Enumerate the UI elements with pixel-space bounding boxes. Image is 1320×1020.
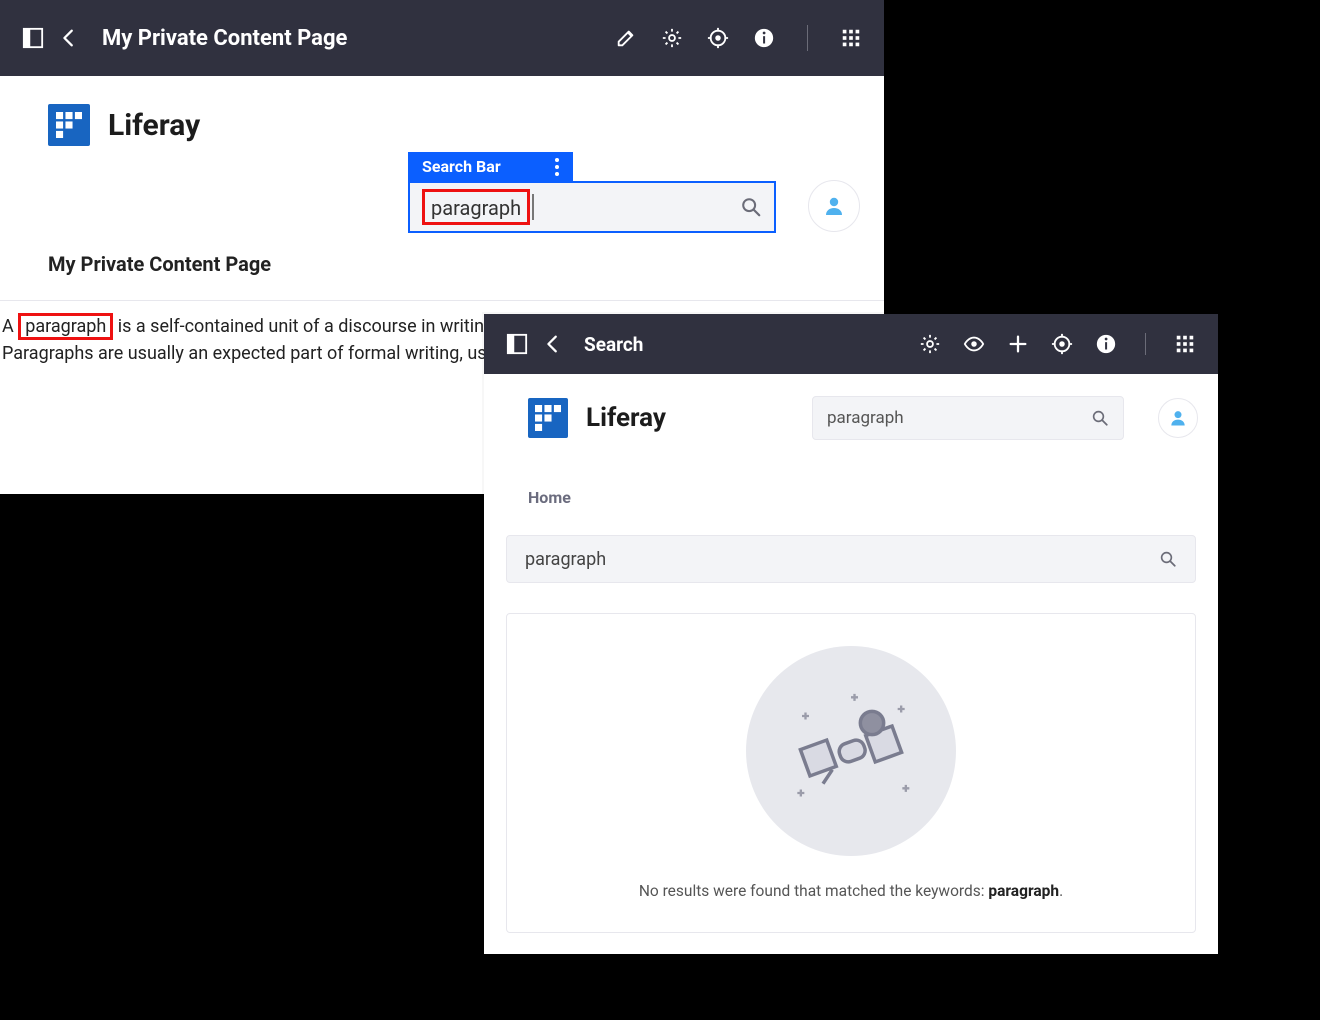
toolbar-divider (807, 25, 808, 51)
liferay-logo-icon[interactable] (528, 398, 568, 438)
empty-msg-keyword: paragraph (988, 882, 1059, 900)
liferay-logo-icon[interactable] (48, 104, 90, 146)
search-input-value[interactable]: paragraph (431, 196, 521, 220)
user-avatar-button[interactable] (1158, 398, 1198, 438)
toolbar-divider (1145, 333, 1146, 355)
empty-msg-post: . (1059, 882, 1063, 900)
results-search-value: paragraph (525, 549, 606, 570)
back-icon[interactable] (542, 333, 564, 355)
search-input-wrapper[interactable]: paragraph (408, 181, 776, 233)
preview-icon[interactable] (963, 333, 985, 355)
content-heading: My Private Content Page (0, 234, 884, 300)
fragment-label[interactable]: Search Bar (408, 152, 573, 181)
add-icon[interactable] (1007, 333, 1029, 355)
panel-search-results: Search Liferay paragraph Home paragraph (484, 314, 1218, 954)
brand-row: Liferay paragraph (484, 374, 1218, 462)
simulation-icon[interactable] (707, 27, 729, 49)
header-search-value: paragraph (827, 408, 904, 428)
results-panel: No results were found that matched the k… (506, 613, 1196, 933)
back-icon[interactable] (58, 27, 80, 49)
panel-toggle-icon[interactable] (506, 333, 528, 355)
empty-msg-pre: No results were found that matched the k… (639, 882, 989, 900)
panel-toggle-icon[interactable] (22, 27, 44, 49)
user-icon (1168, 408, 1188, 428)
search-input-highlight: paragraph (422, 189, 530, 225)
search-icon[interactable] (740, 196, 762, 218)
apps-grid-icon[interactable] (840, 27, 862, 49)
simulation-icon[interactable] (1051, 333, 1073, 355)
brand-name: Liferay (586, 403, 666, 433)
para-pre: A (2, 316, 14, 337)
page-title: My Private Content Page (102, 26, 347, 51)
fragment-label-text: Search Bar (422, 157, 501, 176)
empty-state-illustration (746, 646, 956, 856)
search-bar-fragment[interactable]: Search Bar paragraph (408, 152, 778, 233)
header-search-input[interactable]: paragraph (812, 396, 1124, 440)
search-icon[interactable] (1091, 409, 1109, 427)
para-highlight: paragraph (18, 313, 113, 340)
user-icon (822, 194, 846, 218)
editor-toolbar: My Private Content Page (0, 0, 884, 76)
settings-icon[interactable] (661, 27, 683, 49)
search-icon[interactable] (1159, 550, 1177, 568)
fragment-options-icon[interactable] (555, 158, 559, 176)
info-icon[interactable] (753, 27, 775, 49)
search-toolbar: Search (484, 314, 1218, 374)
results-search-input[interactable]: paragraph (506, 535, 1196, 583)
edit-icon[interactable] (615, 27, 637, 49)
apps-grid-icon[interactable] (1174, 333, 1196, 355)
empty-state-text: No results were found that matched the k… (639, 882, 1063, 900)
page-title: Search (584, 333, 643, 356)
text-cursor (532, 194, 534, 220)
brand-name: Liferay (108, 108, 200, 143)
settings-icon[interactable] (919, 333, 941, 355)
user-avatar-button[interactable] (808, 180, 860, 232)
info-icon[interactable] (1095, 333, 1117, 355)
breadcrumb[interactable]: Home (484, 462, 1218, 525)
